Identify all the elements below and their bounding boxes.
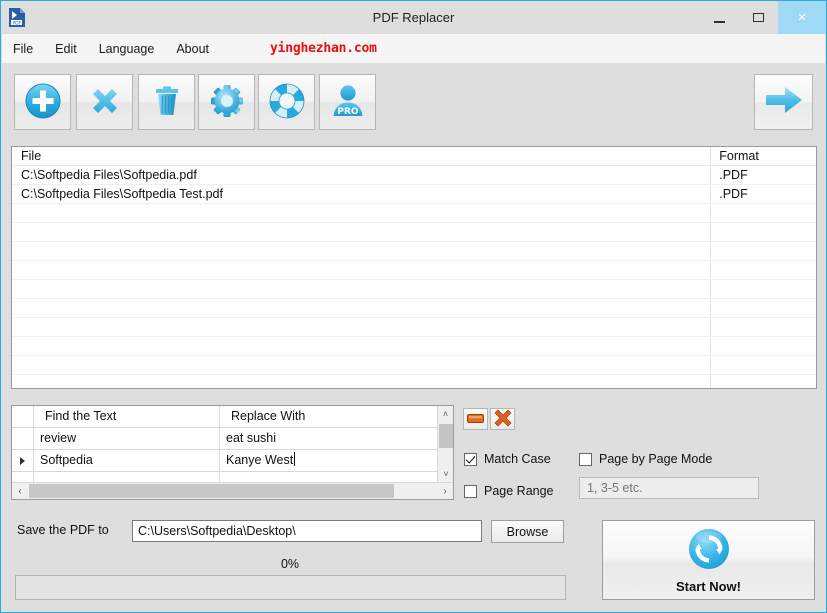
row-selected-arrow-icon xyxy=(20,456,25,465)
menu-bar: File Edit Language About yinghezhan.com xyxy=(2,34,825,63)
text-caret xyxy=(294,452,296,466)
next-arrow-button[interactable] xyxy=(754,74,813,130)
table-row-empty xyxy=(12,280,816,299)
gear-icon xyxy=(207,81,247,124)
find-text-cell[interactable]: review xyxy=(34,428,220,449)
page-range-label: Page Range xyxy=(484,484,554,498)
pro-button[interactable]: PRO xyxy=(319,74,376,130)
checkbox-box-icon xyxy=(464,452,477,466)
file-path-cell: C:\Softpedia Files\Softpedia.pdf xyxy=(21,168,197,182)
table-row-empty xyxy=(12,375,816,388)
delete-x-icon xyxy=(494,409,512,430)
table-row-selected[interactable]: Softpedia Kanye West xyxy=(12,450,438,472)
settings-button[interactable] xyxy=(198,74,255,130)
trash-icon xyxy=(147,81,187,124)
replace-rules-grid: Find the Text Replace With review eat su… xyxy=(12,406,438,482)
minimize-icon xyxy=(714,20,725,23)
svg-text:PRO: PRO xyxy=(337,107,359,117)
maximize-button[interactable] xyxy=(739,1,778,34)
file-list[interactable]: File Format C:\Softpedia Files\Softpedia… xyxy=(11,146,817,389)
table-row-empty xyxy=(12,223,816,242)
menu-file[interactable]: File xyxy=(2,38,44,60)
replace-table-vertical-scrollbar[interactable]: ˄ ˅ xyxy=(437,406,453,482)
arrow-right-icon xyxy=(763,84,805,121)
minimize-button[interactable] xyxy=(700,1,739,34)
match-case-label: Match Case xyxy=(484,452,551,466)
replace-text-cell-editing[interactable]: Kanye West xyxy=(220,450,438,471)
table-row[interactable]: C:\Softpedia Files\Softpedia.pdf .PDF xyxy=(12,166,816,185)
window-controls: × xyxy=(700,1,826,34)
replace-table-horizontal-scrollbar[interactable]: ‹ › xyxy=(12,482,453,499)
page-by-page-mode-checkbox[interactable]: Page by Page Mode xyxy=(579,452,712,466)
file-path-cell: C:\Softpedia Files\Softpedia Test.pdf xyxy=(21,187,223,201)
close-x-icon xyxy=(85,81,125,124)
add-circle-icon xyxy=(23,81,63,124)
remove-row-button[interactable] xyxy=(463,408,488,430)
page-range-input[interactable] xyxy=(579,477,759,499)
column-header-file[interactable]: File xyxy=(12,147,708,165)
page-by-page-mode-label: Page by Page Mode xyxy=(599,452,713,466)
checkbox-box-icon xyxy=(579,452,592,466)
column-header-format[interactable]: Format xyxy=(708,147,816,165)
table-row-empty xyxy=(12,337,816,356)
file-format-cell: .PDF xyxy=(719,168,748,182)
add-files-button[interactable] xyxy=(14,74,71,130)
table-row-empty xyxy=(12,261,816,280)
file-format-cell: .PDF xyxy=(719,187,748,201)
table-row-empty xyxy=(12,242,816,261)
scroll-down-arrow-icon[interactable]: ˅ xyxy=(438,466,454,482)
find-text-cell[interactable]: Softpedia xyxy=(34,450,220,471)
close-button[interactable]: × xyxy=(778,1,826,34)
row-indicator-header xyxy=(12,406,34,427)
row-indicator xyxy=(12,428,34,449)
clear-list-button[interactable] xyxy=(138,74,195,130)
replace-table-header: Find the Text Replace With xyxy=(12,406,438,428)
table-row[interactable]: C:\Softpedia Files\Softpedia Test.pdf .P… xyxy=(12,185,816,204)
table-row-empty xyxy=(12,318,816,337)
menu-edit[interactable]: Edit xyxy=(44,38,88,60)
help-button[interactable] xyxy=(258,74,315,130)
table-row-empty xyxy=(12,356,816,375)
close-icon: × xyxy=(797,9,807,26)
refresh-circle-icon xyxy=(686,526,732,575)
match-case-checkbox[interactable]: Match Case xyxy=(464,452,551,466)
row-indicator xyxy=(12,450,34,471)
vertical-scroll-thumb[interactable] xyxy=(439,424,453,448)
progress-bar xyxy=(15,575,566,600)
file-list-header: File Format xyxy=(12,147,816,166)
table-row-empty[interactable] xyxy=(12,472,438,482)
replace-rules-table[interactable]: Find the Text Replace With review eat su… xyxy=(11,405,454,500)
table-row-empty xyxy=(12,204,816,223)
pdf-replacer-window: PDF PDF Replacer × File Edit Language Ab… xyxy=(0,0,827,613)
column-header-find[interactable]: Find the Text xyxy=(34,406,220,427)
remove-file-button[interactable] xyxy=(76,74,133,130)
checkbox-box-icon xyxy=(464,484,477,498)
scroll-right-arrow-icon[interactable]: › xyxy=(437,483,453,499)
save-path-input[interactable] xyxy=(132,520,482,542)
toolbar: PRO xyxy=(2,64,825,141)
maximize-icon xyxy=(753,13,764,22)
save-path-label: Save the PDF to xyxy=(17,523,109,537)
replace-text-cell[interactable]: eat sushi xyxy=(220,428,438,449)
pro-user-icon: PRO xyxy=(328,81,368,124)
horizontal-scroll-thumb[interactable] xyxy=(29,484,394,498)
title-bar: PDF PDF Replacer × xyxy=(1,1,826,34)
clear-rows-button[interactable] xyxy=(490,408,515,430)
start-now-label: Start Now! xyxy=(676,579,741,594)
start-now-button[interactable]: Start Now! xyxy=(602,520,815,600)
menu-about[interactable]: About xyxy=(165,38,220,60)
table-row-empty xyxy=(12,299,816,318)
table-row[interactable]: review eat sushi xyxy=(12,428,438,450)
browse-button[interactable]: Browse xyxy=(491,520,564,543)
column-header-replace[interactable]: Replace With xyxy=(220,406,438,427)
menu-language[interactable]: Language xyxy=(88,38,166,60)
lifebuoy-icon xyxy=(267,81,307,124)
page-range-checkbox[interactable]: Page Range xyxy=(464,484,554,498)
progress-percent-label: 0% xyxy=(280,557,300,571)
minus-icon xyxy=(467,412,484,426)
watermark-text: yinghezhan.com xyxy=(270,41,377,56)
scroll-up-arrow-icon[interactable]: ˄ xyxy=(438,406,453,422)
scroll-left-arrow-icon[interactable]: ‹ xyxy=(12,483,28,499)
